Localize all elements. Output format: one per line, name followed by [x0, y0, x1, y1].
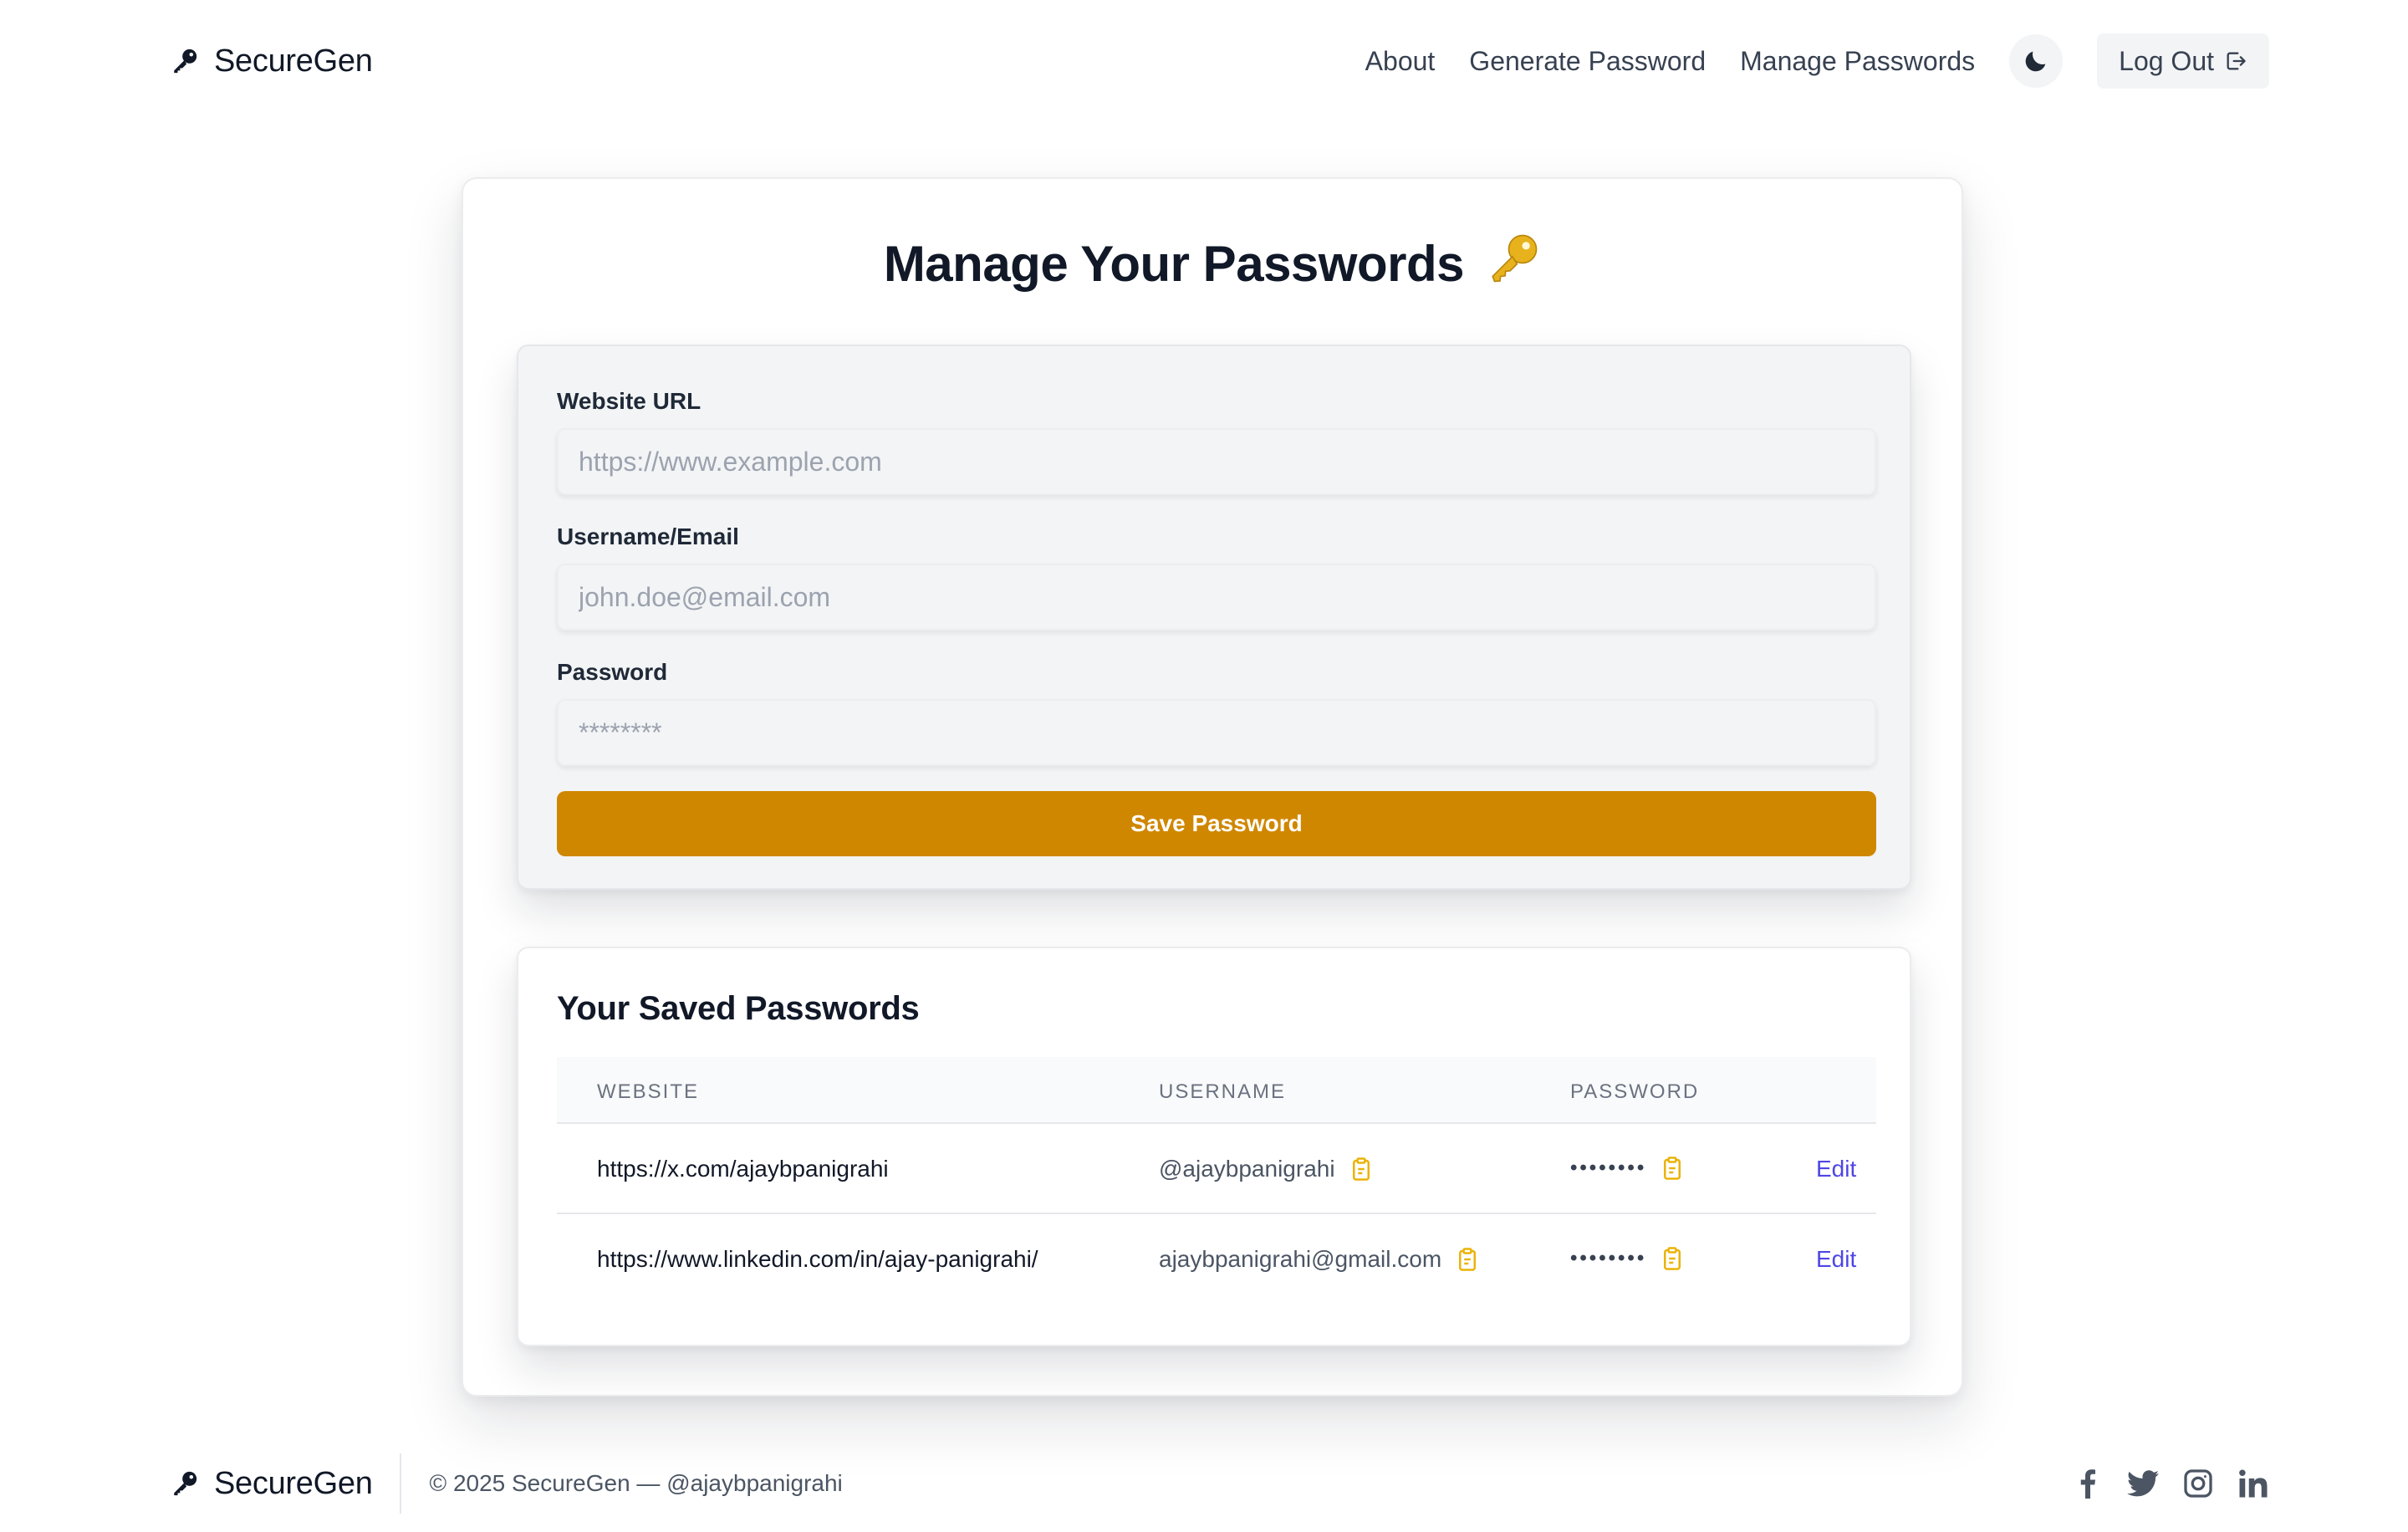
brand-name: SecureGen: [214, 43, 373, 79]
saved-passwords-table: Website Username Password https://x.com/…: [557, 1057, 1876, 1316]
footer-divider: [399, 1453, 401, 1514]
moon-icon: [2025, 51, 2046, 72]
row-username: ajaybpanigrahi@gmail.com: [1159, 1246, 1442, 1272]
logout-label: Log Out: [2119, 45, 2214, 76]
column-header-website: Website: [597, 1080, 700, 1103]
theme-toggle-button[interactable]: [2009, 34, 2064, 88]
instagram-icon[interactable]: [2182, 1468, 2214, 1499]
table-header: Website Username Password: [557, 1057, 1876, 1124]
edit-button[interactable]: Edit: [1816, 1156, 1856, 1182]
twitter-icon[interactable]: [2127, 1468, 2159, 1499]
copy-username-icon[interactable]: [1457, 1247, 1478, 1272]
key-emoji-icon: [1486, 231, 1541, 298]
main-nav: About Generate Password Manage Passwords…: [1365, 33, 2269, 89]
nav-link-manage-passwords[interactable]: Manage Passwords: [1740, 46, 1975, 77]
logout-icon: [2227, 52, 2246, 70]
nav-link-generate-password[interactable]: Generate Password: [1469, 46, 1706, 77]
key-icon: [171, 1469, 199, 1498]
row-website: https://www.linkedin.com/in/ajay-panigra…: [597, 1246, 1038, 1272]
row-username-cell: @ajaybpanigrahi: [1159, 1156, 1372, 1182]
key-icon: [171, 47, 199, 75]
edit-button[interactable]: Edit: [1816, 1246, 1856, 1273]
footer: SecureGen © 2025 SecureGen — @ajaybpanig…: [0, 1453, 2408, 1532]
username-email-label: Username/Email: [557, 523, 739, 549]
manage-passwords-card: Manage Your Passwords Website URL Userna…: [462, 177, 1963, 1397]
page-title: Manage Your Passwords: [463, 231, 1962, 298]
add-password-form: Website URL Username/Email Password Save…: [517, 345, 1911, 890]
linkedin-icon[interactable]: [2237, 1468, 2269, 1499]
username-email-input[interactable]: [557, 564, 1876, 631]
saved-passwords-title: Your Saved Passwords: [557, 990, 920, 1027]
copy-username-icon[interactable]: [1350, 1157, 1372, 1182]
footer-brand[interactable]: SecureGen: [171, 1466, 373, 1502]
facebook-icon[interactable]: [2072, 1468, 2104, 1499]
footer-left: SecureGen © 2025 SecureGen — @ajaybpanig…: [171, 1453, 843, 1514]
password-label: Password: [557, 659, 668, 685]
password-input[interactable]: [557, 699, 1876, 766]
footer-brand-name: SecureGen: [214, 1465, 373, 1501]
row-password-cell: ••••••••: [1570, 1246, 1683, 1271]
saved-passwords-panel: Your Saved Passwords Website Username Pa…: [517, 947, 1911, 1346]
website-url-label: Website URL: [557, 388, 701, 414]
column-header-password: Password: [1570, 1080, 1700, 1103]
row-website: https://x.com/ajaybpanigrahi: [597, 1156, 889, 1182]
row-username: @ajaybpanigrahi: [1159, 1156, 1335, 1182]
column-header-username: Username: [1159, 1080, 1287, 1103]
copyright-text: © 2025 SecureGen — @ajaybpanigrahi: [429, 1470, 843, 1496]
logout-button[interactable]: Log Out: [2097, 33, 2269, 89]
website-url-input[interactable]: [557, 428, 1876, 495]
copy-password-icon[interactable]: [1661, 1246, 1683, 1271]
table-row: https://x.com/ajaybpanigrahi @ajaybpanig…: [557, 1126, 1876, 1214]
save-password-button[interactable]: Save Password: [557, 791, 1876, 856]
table-row: https://www.linkedin.com/in/ajay-panigra…: [557, 1216, 1876, 1305]
row-username-cell: ajaybpanigrahi@gmail.com: [1159, 1246, 1478, 1273]
row-password-mask: ••••••••: [1570, 1247, 1647, 1269]
brand[interactable]: SecureGen: [171, 43, 373, 79]
row-password-cell: ••••••••: [1570, 1156, 1683, 1181]
page-title-text: Manage Your Passwords: [883, 236, 1465, 292]
copy-password-icon[interactable]: [1661, 1156, 1683, 1181]
nav-link-about[interactable]: About: [1365, 46, 1436, 77]
social-links: [2072, 1453, 2269, 1514]
row-password-mask: ••••••••: [1570, 1157, 1647, 1179]
top-nav: SecureGen About Generate Password Manage…: [0, 0, 2408, 122]
